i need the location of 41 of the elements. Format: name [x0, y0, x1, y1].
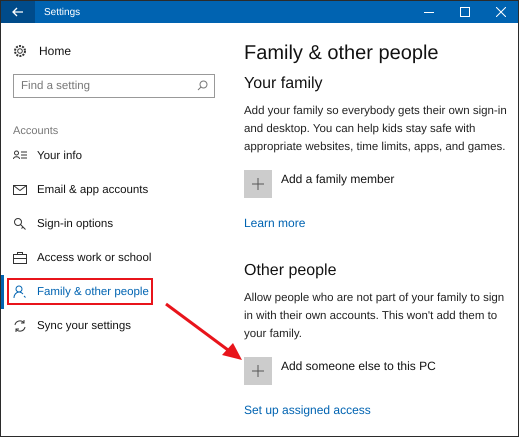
- add-label[interactable]: Add a family member: [281, 170, 394, 186]
- nav-label: Sign-in options: [37, 218, 114, 230]
- magnifier-icon: [13, 217, 27, 231]
- add-button[interactable]: [244, 170, 272, 198]
- add-button[interactable]: [244, 357, 272, 385]
- plus-icon: [252, 178, 264, 190]
- nav-item[interactable]: Your info: [1, 139, 231, 173]
- close-icon: [496, 7, 506, 17]
- link[interactable]: Learn more: [244, 216, 306, 230]
- nav-label: Your info: [37, 150, 82, 162]
- section-heading: Other people: [244, 261, 338, 281]
- maximize-icon: [460, 7, 470, 17]
- envelope-icon: [13, 183, 27, 197]
- gear-icon: [13, 44, 27, 58]
- nav-item[interactable]: Family & other people: [1, 275, 231, 309]
- briefcase-icon: [13, 251, 27, 265]
- back-button[interactable]: [1, 1, 35, 23]
- section-label: Accounts: [13, 125, 60, 139]
- window-title: Settings: [44, 6, 82, 18]
- page-title: Family & other people: [244, 41, 440, 66]
- person-icon: [13, 285, 27, 299]
- description-text: Allow people who are not part of your family to sign in with their own accounts. This won't add them to your family.: [244, 291, 506, 342]
- link[interactable]: Set up assigned access: [244, 403, 371, 417]
- add-label[interactable]: Add someone else to this PC: [281, 357, 436, 373]
- home-label: Home: [39, 44, 72, 58]
- description-text: Add your family so everybody gets their own sign-in and desktop. You can help kids stay safe with appropriate websites, time limits, apps, and games.: [244, 104, 508, 155]
- home-item[interactable]: Home: [13, 42, 231, 60]
- nav-item[interactable]: Sync your settings: [1, 309, 231, 343]
- nav-label: Sync your settings: [37, 320, 131, 332]
- nav-label: Family & other people: [37, 286, 149, 298]
- sync-icon: [13, 319, 27, 333]
- nav-item[interactable]: Sign-in options: [1, 207, 231, 241]
- nav-label: Email & app accounts: [37, 184, 148, 196]
- nav-item[interactable]: Access work or school: [1, 241, 231, 275]
- search-icon: [197, 80, 208, 91]
- nav-item[interactable]: Email & app accounts: [1, 173, 231, 207]
- nav-label: Access work or school: [37, 252, 152, 264]
- search-field[interactable]: Find a setting: [13, 74, 215, 98]
- section-heading: Your family: [244, 74, 324, 94]
- plus-icon: [252, 365, 264, 377]
- back-arrow-icon: [12, 7, 24, 17]
